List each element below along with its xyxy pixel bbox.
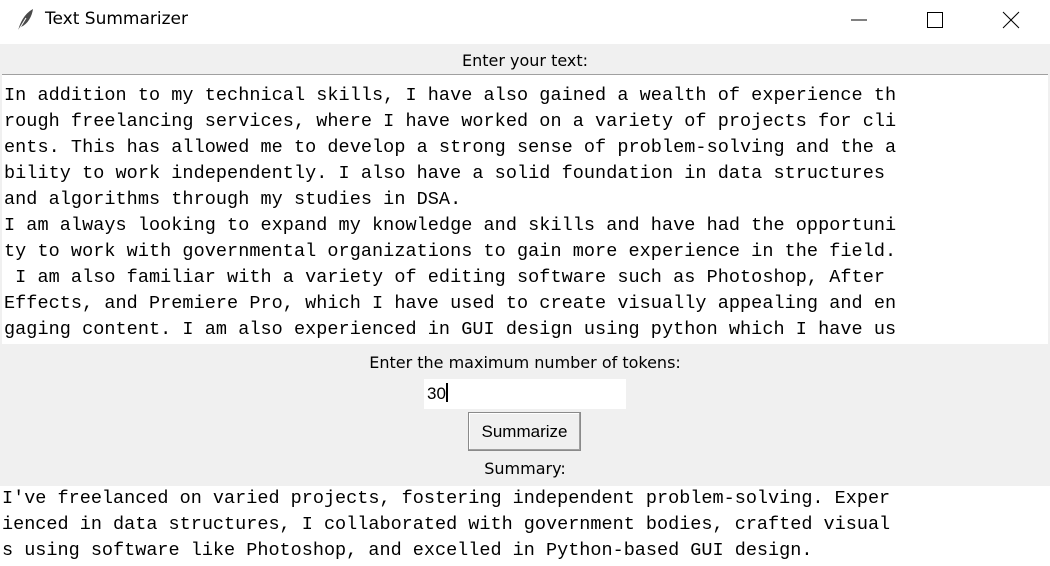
input-text-line: I am always looking to expand my knowled… xyxy=(4,215,897,236)
maximize-icon xyxy=(927,12,943,28)
summary-text-line: I've freelanced on varied projects, fost… xyxy=(2,488,891,509)
title-bar: Text Summarizer xyxy=(0,0,1050,40)
minimize-button[interactable] xyxy=(836,0,882,40)
summary-output[interactable]: I've freelanced on varied projects, fost… xyxy=(0,486,1050,566)
input-text-line: rough freelancing services, where I have… xyxy=(4,111,897,132)
input-text-line: ents. This has allowed me to develop a s… xyxy=(4,137,897,158)
text-caret xyxy=(445,383,448,402)
input-text-line: and algorithms through my studies in DSA… xyxy=(4,189,462,210)
minimize-icon xyxy=(851,19,867,21)
input-label: Enter your text: xyxy=(461,51,589,70)
main-window: Enter your text: In addition to my techn… xyxy=(0,44,1050,566)
tokens-label: Enter the maximum number of tokens: xyxy=(369,353,681,372)
input-textarea[interactable]: In addition to my technical skills, I ha… xyxy=(2,74,1048,344)
input-text-line: Effects, and Premiere Pro, which I have … xyxy=(4,293,897,314)
input-text-line: I am also familiar with a variety of edi… xyxy=(4,267,885,288)
input-text-line: bility to work independently. I also hav… xyxy=(4,163,885,184)
window-title: Text Summarizer xyxy=(45,9,188,29)
input-text-line: gaging content. I am also experienced in… xyxy=(4,319,897,340)
close-icon xyxy=(1002,11,1020,29)
close-button[interactable] xyxy=(988,0,1034,40)
summary-text-line: ienced in data structures, I collaborate… xyxy=(2,514,891,535)
input-text: In addition to my technical skills, I ha… xyxy=(2,75,1048,343)
maximize-button[interactable] xyxy=(912,0,958,40)
tokens-input[interactable]: 30 xyxy=(424,379,626,409)
summary-label: Summary: xyxy=(484,459,566,478)
input-text-line: ty to work with governmental organizatio… xyxy=(4,241,897,262)
summary-text: I've freelanced on varied projects, fost… xyxy=(0,486,1050,564)
summarize-button[interactable]: Summarize xyxy=(468,412,581,451)
feather-icon xyxy=(14,8,36,32)
summary-text-line: s using software like Photoshop, and exc… xyxy=(2,540,813,561)
input-text-line: In addition to my technical skills, I ha… xyxy=(4,85,897,106)
tokens-value: 30 xyxy=(427,384,446,403)
